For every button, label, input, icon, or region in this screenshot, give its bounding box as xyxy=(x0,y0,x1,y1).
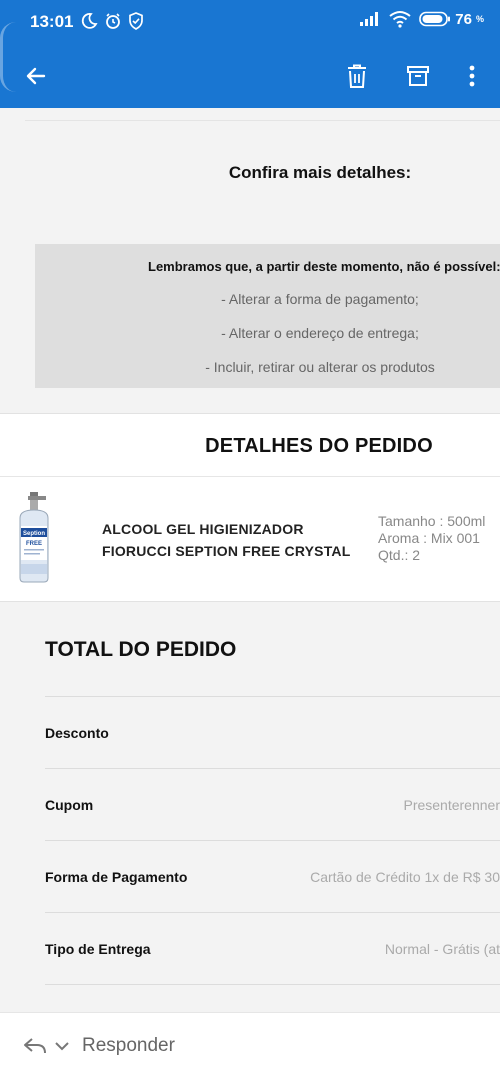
delete-button[interactable] xyxy=(337,56,377,96)
more-options-button[interactable] xyxy=(452,56,492,96)
product-aroma: Aroma : Mix 001 xyxy=(378,530,480,546)
status-bar: 13:01 76% xyxy=(0,0,500,44)
notice-box: Lembramos que, a partir deste momento, n… xyxy=(35,244,500,388)
wifi-icon xyxy=(389,11,411,28)
archive-button[interactable] xyxy=(398,56,438,96)
notice-line: - Alterar o endereço de entrega; xyxy=(221,325,419,341)
order-details-section: DETALHES DO PEDIDO Seption FREE ALCOOL G… xyxy=(0,413,500,602)
back-button[interactable] xyxy=(16,56,56,96)
confira-heading: Confira mais detalhes: xyxy=(228,163,412,182)
row-label: Tipo de Entrega xyxy=(45,941,151,957)
status-icons-right: 76% xyxy=(359,10,484,28)
total-row-discount: Desconto xyxy=(45,696,500,768)
battery-level: 76 xyxy=(455,10,472,28)
shield-check-icon xyxy=(129,12,143,30)
total-row-delivery: Tipo de Entrega Normal - Grátis (at xyxy=(45,912,500,984)
row-value: Presenterenner xyxy=(403,797,500,813)
divider xyxy=(25,120,500,121)
status-icons-left xyxy=(80,12,144,30)
row-value: Cartão de Crédito 1x de R$ 30 xyxy=(310,869,500,885)
product-specs: Tamanho : 500ml Aroma : Mix 001 Qtd.: 2 xyxy=(378,513,485,564)
email-content[interactable]: Confira mais detalhes: Lembramos que, a … xyxy=(0,108,500,1012)
app-bar xyxy=(0,44,500,108)
order-total-title: TOTAL DO PEDIDO xyxy=(45,638,237,661)
total-row-payment: Forma de Pagamento Cartão de Crédito 1x … xyxy=(45,840,500,912)
product-name-line1: ALCOOL GEL HIGIENIZADOR xyxy=(102,521,304,537)
signal-icon xyxy=(360,12,379,26)
product-quantity: Qtd.: 2 xyxy=(378,547,421,563)
arrow-left-icon xyxy=(26,67,46,85)
trash-icon xyxy=(348,64,366,88)
product-size: Tamanho : 500ml xyxy=(378,513,486,529)
do-not-disturb-moon-icon xyxy=(81,13,98,29)
product-image-brand: Seption xyxy=(23,531,45,537)
reply-icon xyxy=(24,1038,46,1054)
product-item[interactable]: Seption FREE ALCOOL GEL HIGIENIZADOR FIO… xyxy=(0,477,500,601)
more-vert-icon xyxy=(469,65,475,87)
notice-line: - Alterar a forma de pagamento; xyxy=(221,291,419,307)
battery-icon xyxy=(419,11,451,27)
archive-icon xyxy=(407,66,429,86)
notice-title: Lembramos que, a partir deste momento, n… xyxy=(148,259,500,274)
reply-bar: Responder xyxy=(0,1012,500,1082)
order-total-section: TOTAL DO PEDIDO Desconto Cupom Presenter… xyxy=(0,602,500,1012)
order-details-title: DETALHES DO PEDIDO xyxy=(205,435,433,457)
product-name: ALCOOL GEL HIGIENIZADOR FIORUCCI SEPTION… xyxy=(102,518,350,562)
reply-button[interactable]: Responder xyxy=(22,1035,175,1057)
row-label: Desconto xyxy=(45,725,109,741)
chevron-down-icon[interactable] xyxy=(54,1040,70,1052)
order-details-header: DETALHES DO PEDIDO xyxy=(0,414,500,477)
status-time: 13:01 xyxy=(30,12,74,31)
notice-line: - Incluir, retirar ou alterar os produto… xyxy=(205,359,435,375)
alarm-icon xyxy=(106,13,120,29)
battery-unit: % xyxy=(475,14,484,24)
product-name-line2: FIORUCCI SEPTION FREE CRYSTAL xyxy=(102,543,351,559)
top-bar: 13:01 76% xyxy=(0,0,500,108)
row-label: Forma de Pagamento xyxy=(45,869,188,885)
row-label: Cupom xyxy=(45,797,94,813)
product-image[interactable]: Seption FREE xyxy=(10,492,56,584)
reply-label: Responder xyxy=(82,1035,175,1056)
product-image-sub: FREE xyxy=(26,541,42,547)
total-row-divider xyxy=(45,984,500,1012)
total-row-coupon: Cupom Presenterenner xyxy=(45,768,500,840)
battery-indicator: 76% xyxy=(419,11,484,28)
row-value: Normal - Grátis (at xyxy=(384,941,500,957)
